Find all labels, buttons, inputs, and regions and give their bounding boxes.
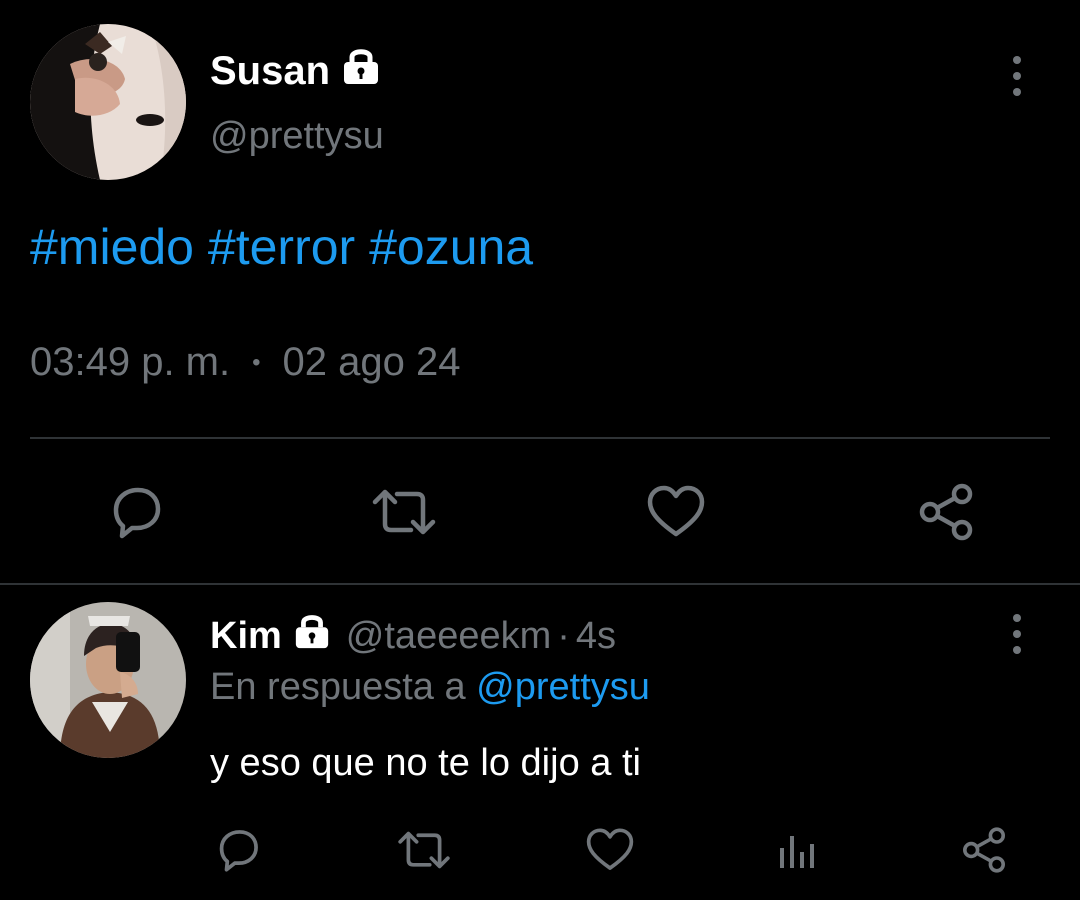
like-icon: [647, 485, 705, 537]
avatar-image: [30, 602, 186, 758]
share-button[interactable]: [910, 478, 982, 546]
divider: [30, 437, 1050, 439]
more-options-button[interactable]: [1000, 56, 1034, 96]
more-dot: [1013, 72, 1021, 80]
author-name-row[interactable]: Susan: [210, 46, 382, 96]
tweet-time[interactable]: 03:49 p. m.: [30, 340, 230, 385]
in-reply-to-label: En respuesta a: [210, 666, 466, 708]
share-icon: [963, 827, 1005, 873]
tweet-action-bar: [0, 478, 1080, 546]
meta-separator: •: [252, 348, 261, 376]
avatar-image: [30, 24, 186, 180]
author-avatar[interactable]: [30, 24, 186, 180]
reply-header: Kim @taeeeekm · 4s: [210, 612, 616, 660]
share-icon: [919, 483, 973, 541]
tweet-text: #miedo #terror #ozuna: [30, 218, 533, 276]
tweet-timestamp: 03:49 p. m. • 02 ago 24: [30, 340, 460, 385]
retweet-button[interactable]: [394, 822, 454, 878]
retweet-icon: [372, 489, 436, 535]
lock-icon: [292, 612, 332, 660]
analytics-button[interactable]: [770, 822, 822, 878]
reply-more-options-button[interactable]: [1000, 614, 1034, 654]
like-button[interactable]: [640, 478, 712, 546]
reply-timestamp[interactable]: 4s: [576, 615, 616, 658]
author-handle[interactable]: @prettysu: [210, 115, 384, 158]
like-button[interactable]: [582, 822, 638, 878]
in-reply-to-handle[interactable]: @prettysu: [476, 666, 650, 708]
hashtag-link[interactable]: #ozuna: [369, 219, 533, 275]
reply-icon: [113, 487, 161, 539]
retweet-button[interactable]: [368, 478, 440, 546]
more-dot: [1013, 614, 1021, 622]
reply-author-name[interactable]: Kim: [210, 615, 282, 658]
hashtag-link[interactable]: #terror: [208, 219, 355, 275]
share-button[interactable]: [956, 822, 1012, 878]
lock-icon: [340, 46, 382, 96]
in-reply-to: En respuesta a @prettysu: [210, 666, 650, 709]
retweet-icon: [398, 831, 450, 869]
reply-author-handle[interactable]: @taeeeekm: [346, 615, 551, 658]
reply-author-avatar[interactable]: [30, 602, 186, 758]
more-dot: [1013, 56, 1021, 64]
author-name[interactable]: Susan: [210, 49, 330, 94]
reply-action-bar: [0, 822, 1080, 882]
divider: [0, 583, 1080, 585]
like-icon: [586, 828, 634, 870]
reply-button[interactable]: [210, 822, 266, 878]
analytics-icon: [780, 836, 814, 868]
more-dot: [1013, 88, 1021, 96]
tweet-date[interactable]: 02 ago 24: [283, 340, 461, 385]
reply-button[interactable]: [100, 478, 172, 546]
hashtag-link[interactable]: #miedo: [30, 219, 194, 275]
more-dot: [1013, 630, 1021, 638]
reply-dot-separator: ·: [557, 614, 570, 657]
more-dot: [1013, 646, 1021, 654]
reply-icon: [219, 830, 258, 872]
reply-text: y eso que no te lo dijo a ti: [210, 742, 641, 784]
